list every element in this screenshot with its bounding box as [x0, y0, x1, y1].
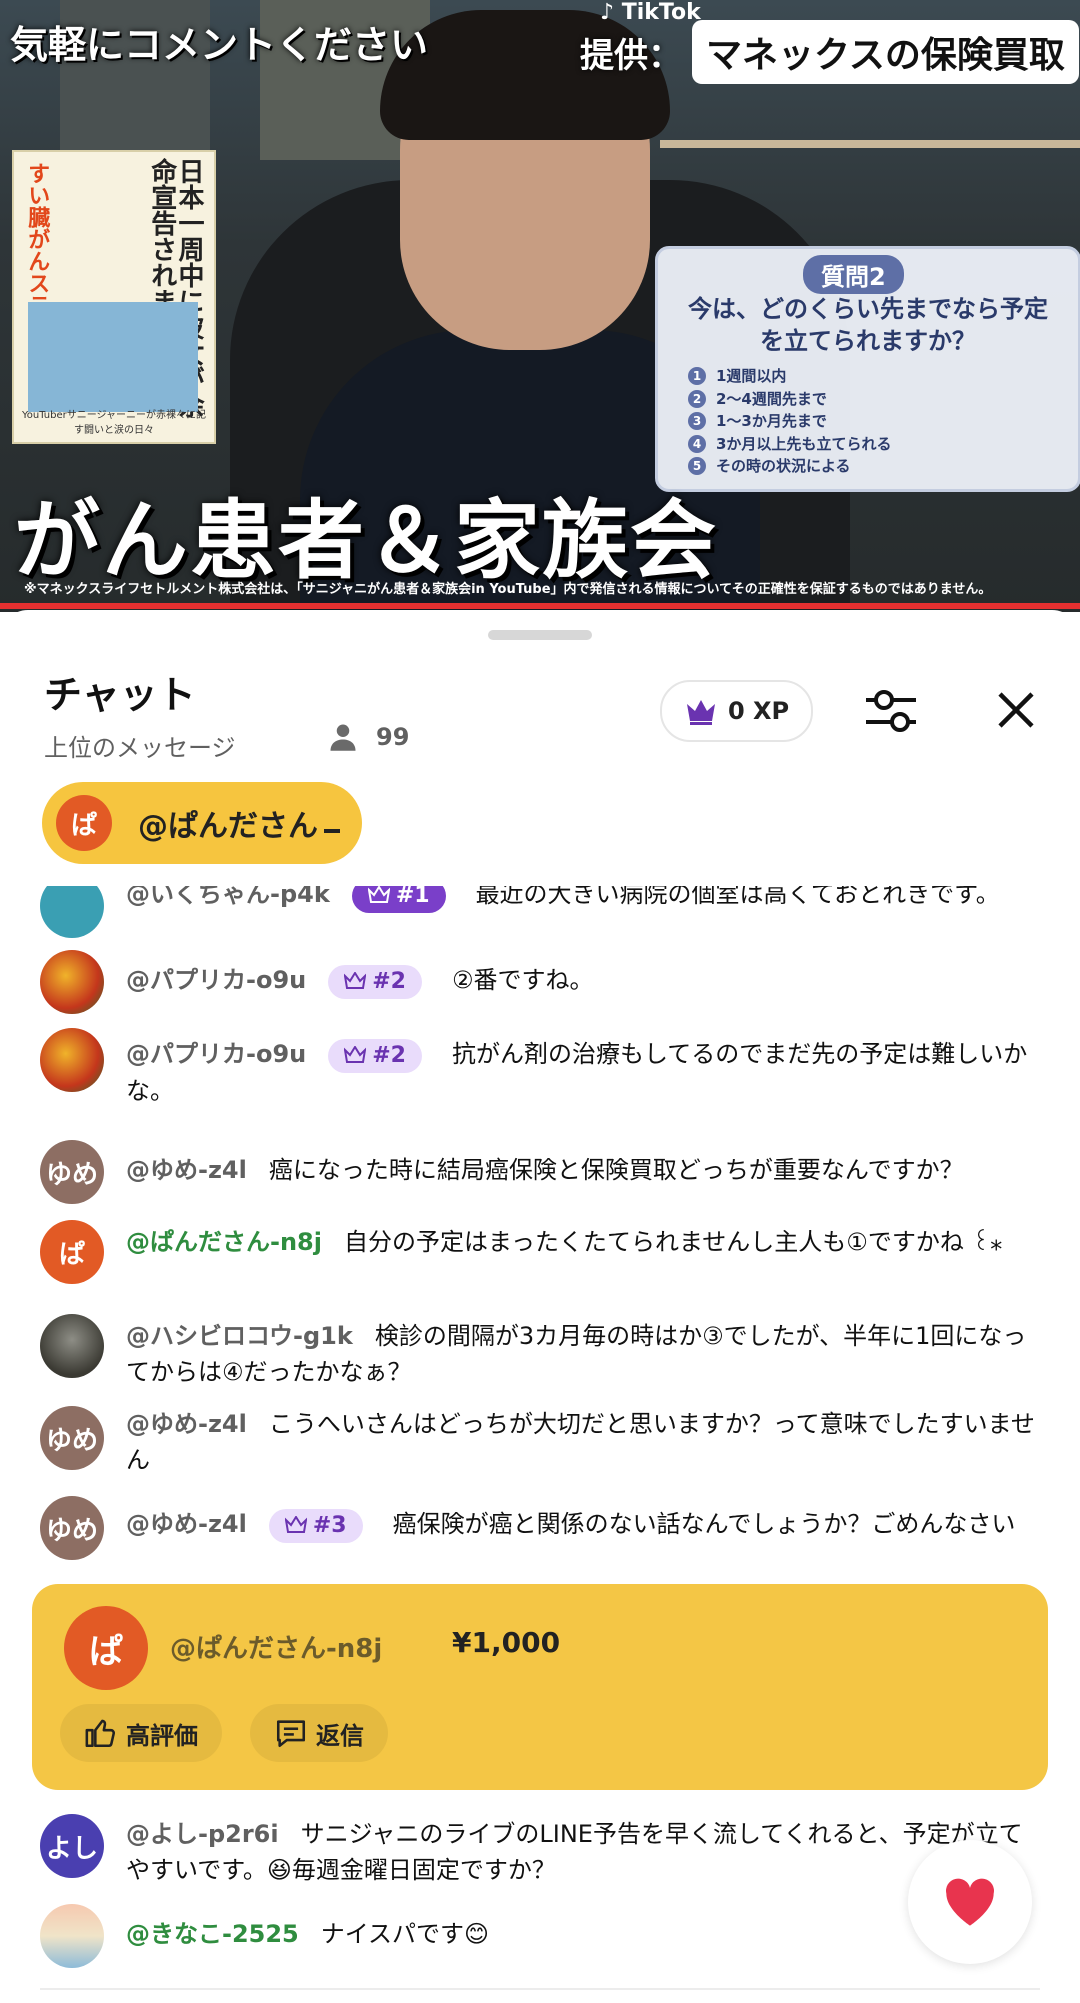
rank-badge: #2 [328, 1039, 422, 1073]
tune-icon[interactable] [862, 686, 920, 736]
live-video[interactable]: 気軽にコメントください ♪ TikTok 提供： マネックスの保険買取 日本一周… [0, 0, 1080, 612]
rank-badge: #1 [351, 886, 446, 913]
super-chat-amount: ¥1,000 [452, 1626, 561, 1659]
crown-icon [344, 1046, 367, 1063]
avatar[interactable]: よし [40, 1814, 104, 1878]
sponsor-label: 提供： [580, 35, 682, 76]
message-text: 最近の大きい病院の個室は高くておとれきです。 [475, 886, 1000, 908]
question-badge: 質問2 [803, 255, 904, 294]
reply-label: 返信 [316, 1721, 364, 1750]
chat-message: @パプリカ-o9u #2 ②番ですね。 [40, 950, 1040, 1014]
thumb-up-icon [85, 1719, 115, 1748]
chat-message: ゆめ @ゆめ-z4l #3 癌保険が癌と関係のない話なんでしょうか？ごめんなさい [40, 1496, 1040, 1560]
chat-message: @パプリカ-o9u #2 抗がん剤の治療もしてるのでまだ先の予定は難しいかな。 [40, 1028, 1040, 1109]
avatar: ぱ [56, 795, 112, 851]
stream-title-overlay: がん患者＆家族会 [14, 491, 718, 591]
close-icon[interactable] [994, 688, 1038, 732]
xp-button[interactable]: 0 XP [660, 680, 814, 742]
avatar[interactable]: ぱ [40, 1220, 104, 1284]
question-option: 4 3か月以上先も立てられる [688, 433, 891, 456]
crown-icon [344, 972, 367, 989]
super-chat-card[interactable]: ぱ @ぱんださん-n8j ¥1,000 高評価 返信 [32, 1584, 1048, 1790]
progress-line [0, 603, 1080, 609]
message-text: ②番ですね。 [451, 966, 594, 994]
rank-badge: #2 [328, 965, 422, 999]
avatar[interactable]: ぱ [64, 1606, 148, 1690]
chat-message: @きなこ-2525 ナイスパです😊 [40, 1904, 1040, 1968]
message-text: ナイスパです😊 [320, 1920, 490, 1948]
divider [40, 1988, 1040, 1990]
pinned-user-name: @ぱんださん [138, 809, 318, 844]
avatar[interactable] [40, 1314, 104, 1378]
avatar[interactable]: ゆめ [40, 1496, 104, 1560]
question-options: 1 1週間以内 2 2〜4週間先まで 3 1〜3か月先まで 4 3か月以上先も立てられる… [688, 365, 891, 478]
heart-reaction-button[interactable] [908, 1840, 1032, 1964]
book-photo [28, 302, 198, 412]
avatar[interactable]: ゆめ [40, 1406, 104, 1470]
crown-icon [284, 1516, 307, 1533]
author-name[interactable]: @きなこ-2525 [126, 1920, 299, 1948]
drag-handle[interactable] [488, 630, 592, 640]
like-button[interactable]: 高評価 [60, 1704, 222, 1762]
reply-button[interactable]: 返信 [250, 1704, 388, 1762]
author-name[interactable]: @ゆめ-z4l [126, 1410, 247, 1438]
author-name[interactable]: @いくちゃん-p4k [126, 886, 330, 908]
author-name[interactable]: @ぱんださん-n8j [126, 1228, 322, 1256]
chat-title: チャット [44, 673, 196, 717]
avatar[interactable] [40, 1028, 104, 1092]
truncation-mark [324, 829, 340, 833]
heart-icon [946, 1878, 995, 1926]
pinned-user-chip[interactable]: ぱ @ぱんださん [42, 782, 362, 864]
message-text: 癌になった時に結局癌保険と保険買取どっちが重要なんですか？ [268, 1156, 964, 1184]
super-chat-author[interactable]: @ぱんださん-n8j [170, 1628, 382, 1665]
viewer-count: 99 [328, 722, 409, 752]
chat-message: @いくちゃん-p4k #1 最近の大きい病院の個室は高くておとれきです。 [40, 886, 1040, 938]
question-panel: 質問2 今は、どのくらい先までなら予定を立てられますか？ 1 1週間以内 2 2〜4… [655, 246, 1080, 492]
author-name[interactable]: @ゆめ-z4l [126, 1510, 247, 1538]
author-name[interactable]: @パプリカ-o9u [126, 966, 306, 994]
question-option: 5 その時の状況による [688, 455, 891, 478]
book-caption: YouTuberサニージャーニーが赤裸々に記す闘いと涙の日々 [21, 410, 207, 436]
chat-sheet: チャット 上位のメッセージ 99 0 XP ぱ @ぱんださん @いくちゃん-p4… [0, 610, 1080, 2003]
question-option: 2 2〜4週間先まで [688, 388, 891, 411]
chat-message: よし @よし-p2r6i サニジャニのライブのLINE予告を早く流してくれると、予… [40, 1814, 1040, 1888]
sponsor-banner: 提供： マネックスの保険買取 [580, 20, 1079, 84]
disclaimer-text: ※マネックスライフセトルメント株式会社は、「サニジャニがん患者＆家族会in Yo… [24, 582, 992, 597]
avatar[interactable] [40, 950, 104, 1014]
message-text: こうへいさんはどっちが大切だと思いますか？って意味でしたすいません [126, 1410, 1035, 1474]
crown-icon [367, 886, 390, 903]
chat-message: ぱ @ぱんださん-n8j 自分の予定はまったくたてられませんし主人も①ですかね ꒰… [40, 1220, 1040, 1284]
viewer-count-value: 99 [376, 723, 410, 751]
message-text: 自分の予定はまったくたてられませんし主人も①ですかね ꒰⁎ [343, 1228, 1003, 1256]
question-text: 今は、どのくらい先までなら予定を立てられますか？ [688, 295, 1048, 356]
question-option: 3 1〜3か月先まで [688, 410, 891, 433]
reply-icon [276, 1720, 306, 1748]
sponsor-name: マネックスの保険買取 [692, 20, 1079, 84]
message-text: 癌保険が癌と関係のない話なんでしょうか？ごめんなさい [392, 1510, 1016, 1538]
book-cover: 日本一周中に彼女が余命宣告されました。 すい臓がんステージ4 YouTuberサ… [12, 150, 216, 444]
chat-filter-dropdown[interactable]: 上位のメッセージ [44, 728, 236, 763]
avatar[interactable] [40, 1904, 104, 1968]
shelf [660, 140, 1080, 148]
xp-label: 0 XP [728, 697, 790, 725]
author-name[interactable]: @ゆめ-z4l [126, 1156, 247, 1184]
message-list[interactable]: @いくちゃん-p4k #1 最近の大きい病院の個室は高くておとれきです。 @パプリカ… [0, 886, 1080, 2003]
chat-message: @ハシビロコウ-g1k 検診の間隔が3カ月毎の時はか③でしたが、半年に1回になって… [40, 1314, 1040, 1390]
author-name[interactable]: @よし-p2r6i [126, 1820, 279, 1848]
like-label: 高評価 [126, 1721, 198, 1750]
question-option: 1 1週間以内 [688, 365, 891, 388]
chat-message: ゆめ @ゆめ-z4l 癌になった時に結局癌保険と保険買取どっちが重要なんですか？ [40, 1140, 1040, 1204]
author-name[interactable]: @ハシビロコウ-g1k [126, 1322, 353, 1350]
comment-prompt: 気軽にコメントください [10, 23, 429, 67]
rank-badge: #3 [268, 1509, 363, 1543]
avatar[interactable]: ゆめ [40, 1140, 104, 1204]
crown-icon [687, 700, 715, 725]
chat-message: ゆめ @ゆめ-z4l こうへいさんはどっちが大切だと思いますか？って意味でしたすい… [40, 1406, 1040, 1478]
author-name[interactable]: @パプリカ-o9u [126, 1040, 306, 1068]
person-icon [330, 724, 356, 751]
avatar[interactable] [40, 886, 104, 938]
